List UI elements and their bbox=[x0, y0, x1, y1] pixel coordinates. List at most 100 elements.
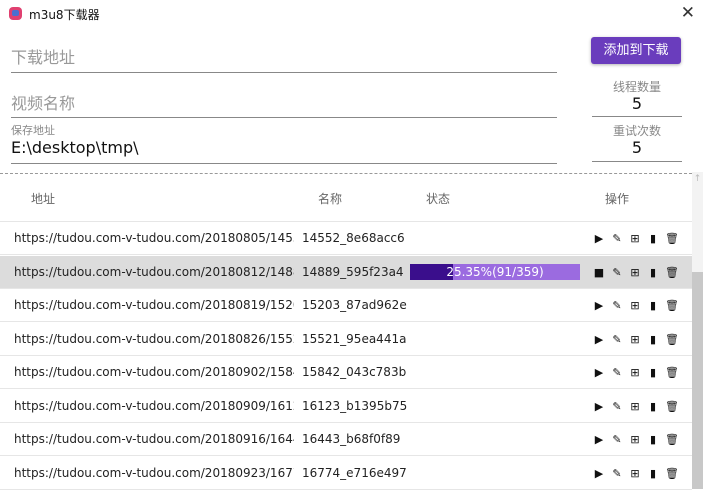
play-icon[interactable]: ▶ bbox=[593, 400, 605, 413]
trash-icon[interactable]: 🗑 bbox=[665, 467, 679, 480]
merge-icon[interactable]: ⊞ bbox=[629, 232, 641, 245]
row-actions: ▶ ✎ ⊞ ▮ 🗑 bbox=[593, 433, 679, 446]
threads-value: 5 bbox=[631, 94, 643, 113]
row-url: https://tudou.com-v-tudou.com/20180923/1… bbox=[14, 465, 294, 480]
retry-label: 重试次数 bbox=[612, 124, 661, 138]
close-button[interactable]: ✕ bbox=[681, 3, 695, 23]
progress-bar: 25.35%(91/359) bbox=[410, 263, 580, 280]
play-icon[interactable]: ▶ bbox=[593, 299, 605, 312]
merge-icon[interactable]: ⊞ bbox=[629, 366, 641, 379]
row-actions: ▶ ✎ ⊞ ▮ 🗑 bbox=[593, 299, 679, 312]
table-row[interactable]: https://tudou.com-v-tudou.com/20180916/1… bbox=[0, 423, 692, 456]
file-icon[interactable]: ▮ bbox=[647, 333, 659, 346]
trash-icon[interactable]: 🗑 bbox=[665, 232, 679, 245]
play-icon[interactable]: ▶ bbox=[593, 433, 605, 446]
merge-icon[interactable]: ⊞ bbox=[629, 266, 641, 279]
row-actions: ▶ ✎ ⊞ ▮ 🗑 bbox=[593, 467, 679, 480]
row-name: 16774_e716e497 bbox=[302, 465, 407, 480]
scroll-up-arrow-icon[interactable]: ↑ bbox=[692, 174, 703, 186]
trash-icon[interactable]: 🗑 bbox=[665, 433, 679, 446]
file-icon[interactable]: ▮ bbox=[647, 266, 659, 279]
row-actions: ■ ✎ ⊞ ▮ 🗑 bbox=[593, 266, 679, 279]
url-input[interactable]: 下载地址 bbox=[11, 44, 557, 73]
table-row[interactable]: https://tudou.com-v-tudou.com/20180819/1… bbox=[0, 289, 692, 322]
header-name: 名称 bbox=[318, 192, 343, 206]
row-name: 16123_b1395b75 bbox=[302, 398, 408, 413]
file-icon[interactable]: ▮ bbox=[647, 366, 659, 379]
trash-icon[interactable]: 🗑 bbox=[665, 366, 679, 379]
row-actions: ▶ ✎ ⊞ ▮ 🗑 bbox=[593, 400, 679, 413]
edit-file-icon[interactable]: ✎ bbox=[611, 333, 623, 346]
trash-icon[interactable]: 🗑 bbox=[665, 299, 679, 312]
row-name: 16443_b68f0f89 bbox=[302, 432, 401, 446]
edit-file-icon[interactable]: ✎ bbox=[611, 366, 623, 379]
table-row[interactable]: https://tudou.com-v-tudou.com/20180826/1… bbox=[0, 323, 692, 356]
edit-file-icon[interactable]: ✎ bbox=[611, 433, 623, 446]
row-name: 15203_87ad962e bbox=[302, 298, 407, 312]
row-name: 15521_95ea441a bbox=[302, 331, 407, 346]
trash-icon[interactable]: 🗑 bbox=[665, 333, 679, 346]
file-icon[interactable]: ▮ bbox=[647, 299, 659, 312]
table-row[interactable]: https://tudou.com-v-tudou.com/20180909/1… bbox=[0, 390, 692, 423]
row-url: https://tudou.com-v-tudou.com/20180805/1… bbox=[14, 231, 294, 245]
name-placeholder: 视频名称 bbox=[11, 94, 76, 113]
play-icon[interactable]: ▶ bbox=[593, 366, 605, 379]
retry-value: 5 bbox=[631, 138, 643, 157]
header-actions: 操作 bbox=[605, 192, 630, 206]
title-bar: m3u8下载器 ✕ bbox=[0, 0, 703, 28]
trash-icon[interactable]: 🗑 bbox=[665, 400, 679, 413]
table-row[interactable]: https://tudou.com-v-tudou.com/20180902/1… bbox=[0, 356, 692, 389]
edit-file-icon[interactable]: ✎ bbox=[611, 232, 623, 245]
name-input[interactable]: 视频名称 bbox=[11, 90, 557, 118]
merge-icon[interactable]: ⊞ bbox=[629, 433, 641, 446]
merge-icon[interactable]: ⊞ bbox=[629, 333, 641, 346]
row-name: 14552_8e68acc6 bbox=[302, 231, 405, 245]
play-icon[interactable]: ▶ bbox=[593, 333, 605, 346]
table-row[interactable]: https://tudou.com-v-tudou.com/20180805/1… bbox=[0, 222, 692, 255]
table-row[interactable]: https://tudou.com-v-tudou.com/20180923/1… bbox=[0, 457, 692, 490]
row-actions: ▶ ✎ ⊞ ▮ 🗑 bbox=[593, 333, 679, 346]
header-url: 地址 bbox=[31, 192, 56, 206]
row-name: 14889_595f23a4 bbox=[302, 264, 404, 279]
merge-icon[interactable]: ⊞ bbox=[629, 467, 641, 480]
window-title: m3u8下载器 bbox=[29, 8, 100, 22]
app-icon bbox=[9, 7, 22, 20]
row-url: https://tudou.com-v-tudou.com/20180902/1… bbox=[14, 365, 294, 379]
row-name: 15842_043c783b bbox=[302, 365, 407, 379]
row-url: https://tudou.com-v-tudou.com/20180826/1… bbox=[14, 331, 294, 346]
progress-text: 25.35%(91/359) bbox=[446, 264, 544, 279]
row-url: https://tudou.com-v-tudou.com/20180909/1… bbox=[14, 398, 294, 413]
threads-label: 线程数量 bbox=[612, 80, 661, 94]
edit-file-icon[interactable]: ✎ bbox=[611, 400, 623, 413]
row-url: https://tudou.com-v-tudou.com/20180916/1… bbox=[14, 432, 294, 446]
edit-file-icon[interactable]: ✎ bbox=[611, 299, 623, 312]
play-icon[interactable]: ▶ bbox=[593, 467, 605, 480]
play-icon[interactable]: ▶ bbox=[593, 232, 605, 245]
file-icon[interactable]: ▮ bbox=[647, 400, 659, 413]
trash-icon[interactable]: 🗑 bbox=[665, 266, 679, 279]
scrollbar-thumb[interactable] bbox=[692, 272, 703, 489]
row-actions: ▶ ✎ ⊞ ▮ 🗑 bbox=[593, 366, 679, 379]
table-header: 地址 名称 状态 操作 bbox=[0, 180, 692, 222]
file-icon[interactable]: ▮ bbox=[647, 433, 659, 446]
url-placeholder: 下载地址 bbox=[11, 48, 76, 67]
save-path-label: 保存地址 bbox=[11, 124, 55, 137]
file-icon[interactable]: ▮ bbox=[647, 232, 659, 245]
row-actions: ▶ ✎ ⊞ ▮ 🗑 bbox=[593, 232, 679, 245]
edit-file-icon[interactable]: ✎ bbox=[611, 266, 623, 279]
stop-icon[interactable]: ■ bbox=[593, 266, 605, 279]
file-icon[interactable]: ▮ bbox=[647, 467, 659, 480]
table-row[interactable]: https://tudou.com-v-tudou.com/20180812/1… bbox=[0, 255, 692, 289]
row-url: https://tudou.com-v-tudou.com/20180812/1… bbox=[14, 264, 294, 279]
add-download-button[interactable]: 添加到下载 bbox=[591, 37, 681, 64]
save-path-input[interactable]: 保存地址 E:\desktop\tmp\ bbox=[11, 122, 557, 164]
divider bbox=[0, 173, 692, 174]
header-status: 状态 bbox=[426, 192, 451, 206]
save-path-value: E:\desktop\tmp\ bbox=[11, 138, 139, 157]
edit-file-icon[interactable]: ✎ bbox=[611, 467, 623, 480]
threads-input[interactable]: 线程数量 5 bbox=[592, 78, 682, 117]
row-url: https://tudou.com-v-tudou.com/20180819/1… bbox=[14, 298, 294, 312]
merge-icon[interactable]: ⊞ bbox=[629, 400, 641, 413]
retry-input[interactable]: 重试次数 5 bbox=[592, 122, 682, 162]
merge-icon[interactable]: ⊞ bbox=[629, 299, 641, 312]
